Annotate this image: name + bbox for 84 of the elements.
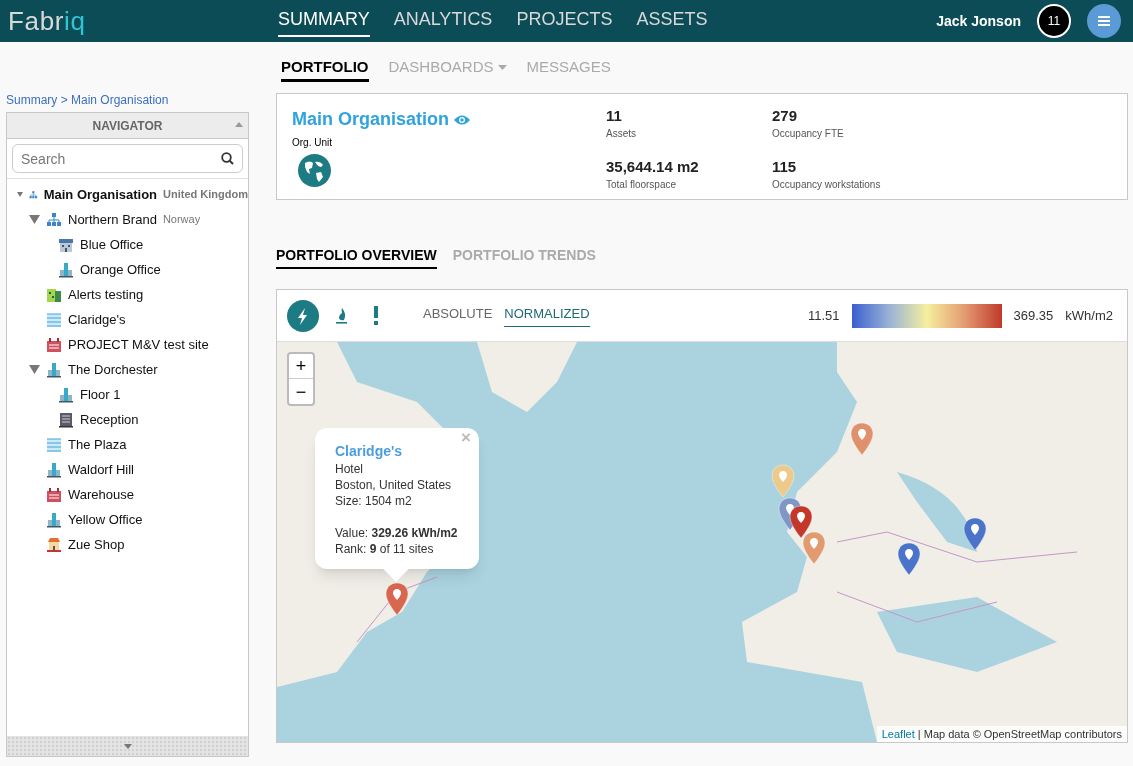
popup-text: Value: 329.26 kWh/m2 (335, 525, 459, 541)
breadcrumb[interactable]: Summary > Main Organisation (6, 90, 249, 112)
metric-label: Total floorspace (606, 178, 678, 192)
tree-item[interactable]: The Plaza (68, 434, 127, 455)
logo[interactable]: Fabriq (8, 1, 278, 41)
scale-min: 11.51 (808, 306, 840, 325)
tree-item[interactable]: Floor 1 (80, 384, 121, 405)
tree-item[interactable]: Blue Office (80, 234, 144, 255)
tree-item[interactable]: Reception (80, 409, 139, 430)
energy-electricity-button[interactable] (287, 299, 319, 332)
mode-tab[interactable]: ABSOLUTE (423, 304, 493, 327)
navigator-title: NAVIGATOR (92, 117, 163, 134)
exclamation-icon (374, 306, 378, 325)
nav-tab[interactable]: ASSETS (636, 5, 708, 37)
metric-label: Occupancy FTE (772, 127, 845, 141)
map-marker[interactable] (789, 505, 813, 539)
building-icon (46, 361, 62, 378)
notification-badge[interactable]: 11 (1037, 4, 1071, 38)
collapse-icon[interactable] (235, 122, 243, 127)
building-icon (58, 236, 74, 253)
tree-item[interactable]: The Dorchester (68, 359, 158, 380)
building-icon (46, 461, 62, 478)
building-icon (46, 536, 62, 553)
mode-tab[interactable]: NORMALIZED (504, 304, 590, 327)
search-icon (221, 152, 234, 165)
map-marker[interactable] (897, 542, 921, 576)
tree-item[interactable]: Alerts testing (68, 284, 144, 305)
building-icon (58, 386, 74, 403)
tree-item[interactable]: PROJECT M&V test site (68, 334, 209, 355)
expand-toggle-icon[interactable] (29, 214, 40, 225)
metric-label: Assets (606, 127, 637, 141)
expand-icon[interactable] (123, 743, 132, 749)
map-marker[interactable] (963, 517, 987, 551)
metric-value: 11 (606, 106, 623, 126)
tree-item[interactable]: Waldorf Hill (68, 459, 134, 480)
eye-icon[interactable] (453, 113, 472, 126)
popup-text: Hotel (335, 461, 364, 477)
building-icon (46, 511, 62, 528)
building-icon (46, 336, 62, 353)
zoom-in-button[interactable]: + (289, 354, 313, 379)
tree-item[interactable]: Yellow Office (68, 509, 143, 530)
map-marker[interactable] (850, 422, 874, 456)
tree-item-note: United Kingdom (163, 187, 248, 203)
map-marker[interactable] (771, 464, 795, 498)
leaflet-link[interactable]: Leaflet (881, 727, 915, 740)
tree-item[interactable]: Orange Office (80, 259, 161, 280)
tree-item-note: Norway (162, 212, 201, 228)
nav-tab[interactable]: SUMMARY (278, 5, 370, 37)
section-tab[interactable]: PORTFOLIO OVERVIEW (276, 245, 437, 269)
zoom-out-button[interactable]: − (289, 379, 313, 404)
building-icon (58, 261, 74, 278)
nav-tab[interactable]: PROJECTS (516, 5, 613, 37)
metric-value: 35,644.14 m2 (606, 157, 700, 177)
attribution-text: | Map data © OpenStreetMap contributors (917, 727, 1122, 740)
menu-icon (1098, 16, 1110, 26)
tree-item[interactable]: Claridge's (68, 309, 126, 330)
popup-text: Boston, United States (335, 477, 453, 493)
metric-value: 115 (772, 157, 798, 177)
scale-unit: kWh/m2 (1065, 306, 1113, 325)
building-icon (46, 436, 62, 453)
search-field[interactable]: Search (12, 144, 243, 173)
tree-item[interactable]: Northern Brand (68, 209, 157, 230)
popup-text: Size: 1504 m2 (335, 493, 413, 509)
building-icon (46, 311, 62, 328)
map-marker[interactable] (385, 582, 409, 616)
metric-value: 279 (772, 106, 799, 126)
tree-item[interactable]: Zue Shop (68, 534, 125, 555)
building-icon (46, 486, 62, 503)
tree-item[interactable]: Warehouse (68, 484, 134, 505)
hierarchy-icon (46, 211, 62, 228)
building-icon (58, 411, 74, 428)
tree-item[interactable]: Main Organisation (43, 184, 158, 205)
subnav-tab[interactable]: PORTFOLIO (281, 56, 369, 82)
expand-toggle-icon[interactable] (29, 364, 40, 375)
user-name[interactable]: Jack Jonson (936, 11, 1021, 31)
metric-label: Occupancy workstations (772, 178, 882, 192)
map-marker[interactable] (802, 531, 826, 565)
popup-text: Rank: 9 of 11 sites (335, 541, 435, 557)
scale-max: 369.35 (1013, 306, 1054, 325)
building-icon (46, 286, 62, 303)
menu-button[interactable] (1087, 4, 1121, 38)
globe-icon (298, 154, 331, 187)
unit-type: Org. Unit (292, 136, 333, 150)
nav-tab[interactable]: ANALYTICS (393, 5, 493, 37)
